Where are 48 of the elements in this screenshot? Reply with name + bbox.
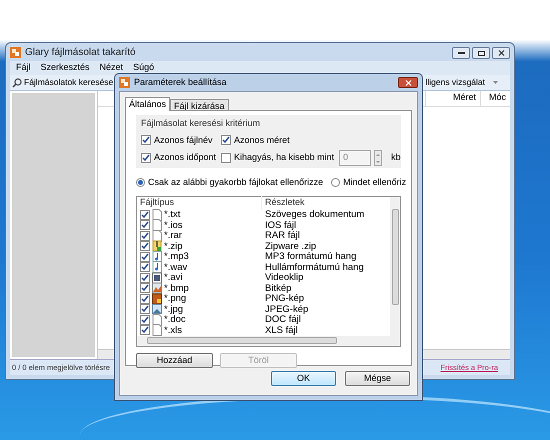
group-title: Fájlmásolat keresési kritérium: [141, 117, 262, 130]
details-cell-text: XLS fájl: [264, 326, 298, 335]
file-type-cell: *.avi: [164, 273, 182, 282]
scan-toolbar-button[interactable]: lligens vizsgálat: [425, 76, 498, 89]
file-type-cell: *.rar: [164, 231, 182, 240]
option-label: Kihagyás, ha kisebb mint: [234, 151, 334, 164]
details-cell-text: Videoklip: [264, 273, 304, 282]
menu-item[interactable]: Szerkesztés: [40, 61, 90, 75]
details-cell-text: RAR fájl: [264, 231, 300, 240]
menu-item[interactable]: Fájl: [16, 61, 31, 75]
file-type-cell: *.wav: [164, 262, 188, 272]
tab[interactable]: Fájl kizárása: [170, 99, 229, 111]
dialog-button[interactable]: Mégse: [345, 371, 410, 386]
details-cell-text: Bitkép: [264, 284, 292, 293]
column-header[interactable]: Móc: [480, 91, 510, 106]
column-header[interactable]: Részletek: [262, 196, 305, 210]
details-cell-text: MP3 formátumú hang: [264, 252, 356, 262]
details-cell-text: JPEG-kép: [264, 304, 308, 314]
column-header[interactable]: Méret: [425, 91, 480, 106]
file-type-cell: *.doc: [164, 315, 186, 324]
option-label: Azonos fájlnév: [154, 134, 213, 147]
radio-label: Csak az alábbi gyakorbb fájlokat ellenőrizze: [148, 176, 324, 189]
file-type-cell: *.xls: [164, 326, 182, 335]
dialog-title: Paraméterek beállítása: [134, 76, 227, 89]
list-action-button[interactable]: Hozzáad: [136, 352, 213, 368]
file-type-cell: *.bmp: [164, 284, 189, 293]
file-type-cell: *.jpg: [164, 304, 184, 314]
tab[interactable]: Általános: [125, 97, 170, 111]
file-type-cell: *.ios: [164, 220, 182, 230]
option-label: Azonos méret: [234, 134, 290, 146]
file-type-cell: *.zip: [164, 242, 182, 251]
details-cell-text: Szöveges dokumentum: [264, 210, 364, 220]
radio-label: Mindet ellenőriz: [343, 176, 406, 189]
details-cell-text: IOS fájl: [264, 220, 296, 230]
menu-item[interactable]: Súgó: [133, 61, 154, 75]
window-title: Glary fájlmásolat takarító: [25, 46, 136, 60]
dialog-button[interactable]: OK: [271, 371, 336, 386]
file-type-cell: *.png: [164, 294, 186, 304]
details-cell-text: Zipware .zip: [264, 242, 316, 251]
menu-item[interactable]: Nézet: [100, 61, 124, 75]
option-label: Azonos időpont: [154, 151, 216, 164]
file-type-cell: *.txt: [164, 210, 180, 220]
unit-label: kb: [391, 151, 401, 164]
file-type-cell: *.mp3: [164, 252, 189, 262]
details-cell-text: Hullámformátumú hang: [264, 262, 364, 272]
details-cell-text: PNG-kép: [264, 294, 304, 304]
details-cell-text: DOC fájl: [264, 315, 301, 324]
search-toolbar-button[interactable]: Fájlmásolatok keresése: [12, 76, 114, 89]
